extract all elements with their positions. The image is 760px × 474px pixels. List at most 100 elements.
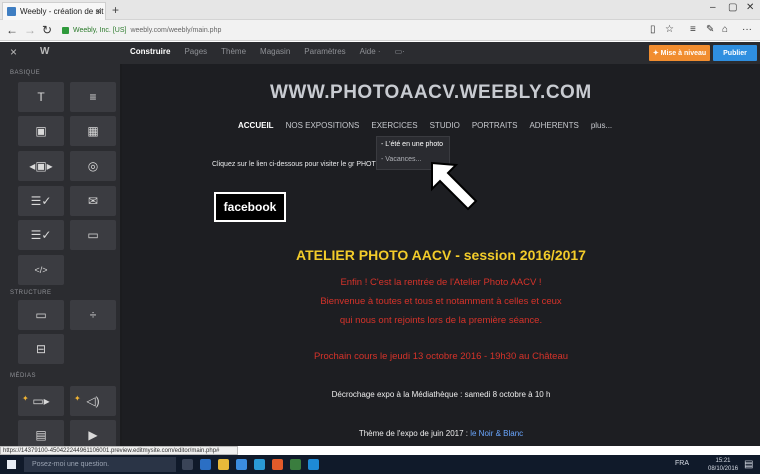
button-element[interactable]: ▭ <box>70 220 116 250</box>
section-label-structure: STRUCTURE <box>10 290 52 296</box>
language-indicator[interactable]: FRA <box>675 460 689 467</box>
code-icon: </> <box>34 265 48 275</box>
firefox-icon[interactable] <box>272 459 283 470</box>
more-icon[interactable]: ··· <box>742 24 752 35</box>
task-view-icon[interactable] <box>182 459 193 470</box>
lock-icon <box>62 27 69 34</box>
divider-icon: ÷ <box>89 308 97 322</box>
theme-link[interactable]: le Noir & Blanc <box>470 429 523 438</box>
theme-text[interactable]: Thème de l'expo de juin 2017 : le Noir &… <box>122 429 760 438</box>
contact-form-element[interactable]: ☰✓ <box>18 186 64 216</box>
minimize-icon[interactable]: – <box>710 2 716 13</box>
map-element[interactable]: ◎ <box>70 151 116 181</box>
tab-theme[interactable]: Thème <box>221 47 246 56</box>
editor-nav: Construire Pages Thème Magasin Paramètre… <box>130 47 405 56</box>
columns-element[interactable]: ⊟ <box>18 334 64 364</box>
upgrade-button[interactable]: ✦ Mise à niveau <box>649 45 710 61</box>
elements-sidebar: BASIQUE T ≡ ▣ ▦ ◂▣▸ ◎ ☰✓ ✉ ☰✓ ▭ </> STRU… <box>0 64 122 450</box>
store-icon[interactable] <box>236 459 247 470</box>
favorite-star-icon[interactable]: ☆ <box>665 24 674 35</box>
image-element[interactable]: ▣ <box>18 116 64 146</box>
red-line-1[interactable]: Enfin ! C'est la rentrée de l'Atelier Ph… <box>122 277 760 288</box>
site-nav-exercices[interactable]: EXERCICES <box>371 121 417 130</box>
weebly-logo-icon[interactable]: W <box>40 46 49 57</box>
publish-button[interactable]: Publier <box>713 45 757 61</box>
spacer-icon: ▭ <box>35 308 47 322</box>
new-tab-icon[interactable]: + <box>112 3 119 17</box>
url-field[interactable]: Weebly, Inc. [US] weebly.com/weebly/main… <box>62 23 622 38</box>
audio-icon: ◁) <box>86 394 100 408</box>
clock-time: 15:21 <box>715 458 731 464</box>
atelier-heading[interactable]: ATELIER PHOTO AACV - session 2016/2017 <box>122 247 760 263</box>
map-pin-icon: ◎ <box>87 159 99 173</box>
tab-magasin[interactable]: Magasin <box>260 47 290 56</box>
site-nav-studio[interactable]: STUDIO <box>430 121 460 130</box>
site-nav-portraits[interactable]: PORTRAITS <box>472 121 518 130</box>
address-bar-row: ← → ↻ Weebly, Inc. [US] weebly.com/weebl… <box>0 20 760 41</box>
tab-construire[interactable]: Construire <box>130 47 170 56</box>
device-preview-icon[interactable]: ▭· <box>395 47 405 56</box>
title-icon: T <box>37 90 45 104</box>
section-label-basique: BASIQUE <box>10 70 41 76</box>
title-element[interactable]: T <box>18 82 64 112</box>
status-url: https://14379100-450422244961106001.prev… <box>0 446 238 455</box>
hub-icon[interactable]: ≡ <box>690 24 696 35</box>
web-note-icon[interactable]: ✎ <box>706 24 714 35</box>
reading-view-icon[interactable]: ▯ <box>650 24 656 35</box>
windows-start-icon[interactable] <box>7 460 16 469</box>
embed-code-element[interactable]: </> <box>18 255 64 285</box>
clock-date: 08/10/2016 <box>708 466 739 472</box>
survey-element[interactable]: ☰✓ <box>18 220 64 250</box>
video-element[interactable]: ✦ ▭▸ <box>18 386 64 416</box>
audio-element[interactable]: ✦ ◁) <box>70 386 116 416</box>
red-line-2[interactable]: Bienvenue à toutes et tous et notamment … <box>122 296 760 307</box>
back-icon[interactable]: ← <box>6 23 18 37</box>
survey-icon: ☰✓ <box>30 228 52 242</box>
cortana-search-input[interactable]: Posez-moi une question. <box>24 457 176 472</box>
refresh-icon[interactable]: ↻ <box>42 23 52 37</box>
red-line-4[interactable]: Prochain cours le jeudi 13 octobre 2016 … <box>122 351 760 362</box>
decrochage-text[interactable]: Décrochage expo à la Médiathèque : samed… <box>122 390 760 399</box>
dropdown-item-ete[interactable]: - L'été en une photo <box>377 137 449 152</box>
tab-pages[interactable]: Pages <box>184 47 207 56</box>
premium-star-icon: ✦ <box>74 394 81 403</box>
divider-element[interactable]: ÷ <box>70 300 116 330</box>
notification-icon[interactable]: ▤ <box>744 459 753 470</box>
gallery-element[interactable]: ▦ <box>70 116 116 146</box>
file-explorer-icon[interactable] <box>218 459 229 470</box>
site-nav-more[interactable]: plus... <box>591 121 612 130</box>
site-nav-adherents[interactable]: ADHERENTS <box>529 121 578 130</box>
form-icon: ☰✓ <box>30 194 52 208</box>
close-window-icon[interactable]: ✕ <box>746 2 754 13</box>
taskbar: Posez-moi une question. FRA 15:21 08/10/… <box>0 455 760 474</box>
site-title[interactable]: WWW.PHOTOAACV.WEEBLY.COM <box>270 82 592 104</box>
app-icon[interactable] <box>254 459 265 470</box>
play-icon: ▶ <box>88 428 98 442</box>
clock[interactable]: 15:21 08/10/2016 <box>708 457 738 473</box>
video-icon: ▭▸ <box>32 394 50 408</box>
browser-tab[interactable]: Weebly - création de sit × <box>2 2 106 20</box>
app2-icon[interactable] <box>290 459 301 470</box>
maximize-icon[interactable]: ▢ <box>728 2 737 13</box>
newsletter-element[interactable]: ✉ <box>70 186 116 216</box>
red-line-3[interactable]: qui nous ont rejoints lors de la premièr… <box>122 315 760 326</box>
columns-icon: ⊟ <box>35 342 47 356</box>
facebook-link-button[interactable]: facebook <box>214 192 286 222</box>
share-icon[interactable]: ⌂ <box>722 24 728 35</box>
edge-active-icon[interactable] <box>308 459 319 470</box>
slideshow-element[interactable]: ◂▣▸ <box>18 151 64 181</box>
site-nav-accueil[interactable]: ACCUEIL <box>238 121 274 130</box>
slideshow-icon: ◂▣▸ <box>29 159 53 173</box>
text-element[interactable]: ≡ <box>70 82 116 112</box>
spacer-element[interactable]: ▭ <box>18 300 64 330</box>
site-nav: ACCUEIL NOS EXPOSITIONS EXERCICES STUDIO… <box>238 121 612 130</box>
image-icon: ▣ <box>35 124 47 138</box>
edge-taskbar-icon[interactable] <box>200 459 211 470</box>
tab-parametres[interactable]: Paramètres <box>304 47 345 56</box>
forward-icon[interactable]: → <box>24 23 36 37</box>
editor-close-icon[interactable]: × <box>10 45 17 59</box>
tab-close-icon[interactable]: × <box>96 6 101 16</box>
tab-aide[interactable]: Aide · <box>360 47 381 56</box>
site-nav-expositions[interactable]: NOS EXPOSITIONS <box>286 121 360 130</box>
editor-canvas: WWW.PHOTOAACV.WEEBLY.COM ACCUEIL NOS EXP… <box>122 64 760 446</box>
